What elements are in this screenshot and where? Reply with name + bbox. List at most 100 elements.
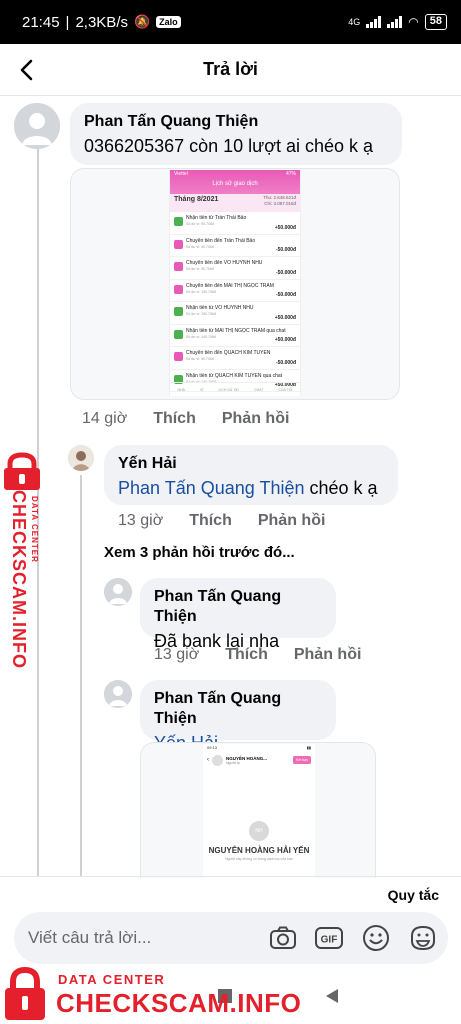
reply-input[interactable] bbox=[28, 912, 258, 964]
comment-image[interactable]: Viettel 47% Lịch sử giao dịch Tháng 8/202… bbox=[70, 168, 400, 400]
comment-text: 0366205367 còn 10 lượt ai chéo k ạ bbox=[84, 136, 374, 156]
reply2-like-button[interactable]: Thích bbox=[225, 646, 268, 664]
transaction-row: Chuyển tiền đến QUACH KIM TUYEN Số dư ví:… bbox=[170, 347, 300, 370]
reply1-reply-button[interactable]: Phản hồi bbox=[258, 512, 326, 530]
profile-name: NGUYỄN HOÀNG HẢI YẾN bbox=[208, 846, 310, 855]
signal-icon bbox=[366, 16, 382, 28]
bank-nav-item: CHAT bbox=[254, 387, 264, 392]
reply1-author[interactable]: Yến Hải bbox=[118, 454, 384, 474]
page-title: Trả lời bbox=[203, 59, 258, 79]
transaction-row: Chuyển tiền đến VO HUYNH NHU Số dư ví: 90… bbox=[170, 257, 300, 280]
comment-actions: 14 giờ Thích Phản hồi bbox=[82, 410, 289, 428]
bank-month: Tháng 8/2021 bbox=[174, 196, 219, 203]
reply2-bubble: Phan Tấn Quang Thiện Đã bank lại nha bbox=[140, 578, 336, 651]
reply2-time: 13 giờ bbox=[154, 646, 200, 663]
emoji-button[interactable] bbox=[361, 923, 391, 953]
reply2-actions: 13 giờ Thích Phản hồi bbox=[154, 646, 361, 664]
watermark-bottom-text: CHECKSCAM.INFO bbox=[56, 988, 302, 1018]
camera-button[interactable] bbox=[268, 923, 298, 953]
bank-nav-item: VÍ bbox=[200, 387, 204, 392]
reply2-avatar[interactable] bbox=[104, 578, 132, 606]
transaction-row: Nhận tiền từ Trần Thái Bảo Số dư ví: 90.7… bbox=[170, 212, 300, 235]
svg-text:GIF: GIF bbox=[321, 935, 338, 946]
profile-avatar: NH bbox=[249, 821, 269, 841]
reply3-image[interactable]: 09:13 ▮▮ ‹ NGUYỄN HOÀNG... Người lạ Kết b… bbox=[140, 742, 376, 878]
incoming-icon bbox=[174, 307, 183, 316]
reply3-author[interactable]: Phan Tấn Quang Thiện bbox=[154, 689, 322, 729]
profile-photo-icon bbox=[68, 445, 94, 471]
reply3-bubble: Phan Tấn Quang Thiện Yến Hải bbox=[140, 680, 336, 753]
add-friend-button: Kết bạn bbox=[292, 756, 311, 764]
outgoing-icon bbox=[174, 352, 183, 361]
comment-author[interactable]: Phan Tấn Quang Thiện bbox=[84, 112, 388, 132]
outgoing-icon bbox=[174, 262, 183, 271]
sticker-icon bbox=[411, 925, 435, 951]
outgoing-icon bbox=[174, 239, 183, 249]
watermark-bottom-small-text: DATA CENTER bbox=[58, 972, 166, 987]
avatar bbox=[212, 754, 223, 766]
transaction-row: Nhận tiền từ MAI THỊ NGỌC TRÂM qua chat S… bbox=[170, 325, 300, 347]
emoji-icon bbox=[363, 925, 389, 951]
reply-button[interactable]: Phản hồi bbox=[222, 410, 290, 428]
reply1-text: chéo k ạ bbox=[304, 478, 378, 498]
zalo-badge: Zalo bbox=[156, 16, 181, 28]
watermark-side-small-text: DATA CENTER bbox=[30, 496, 39, 563]
status-bar: 21:45 | 2,3KB/s 🔕 Zalo 4G ◠ 58 bbox=[0, 0, 461, 44]
default-avatar-icon bbox=[104, 680, 132, 708]
watermark-side-text: CHECKSCAM.INFO bbox=[9, 490, 29, 669]
profile-screenshot: 09:13 ▮▮ ‹ NGUYỄN HOÀNG... Người lạ Kết b… bbox=[203, 744, 315, 878]
back-button[interactable] bbox=[14, 56, 42, 84]
back-arrow-icon bbox=[20, 59, 33, 81]
transaction-list: Nhận tiền từ Trần Thái Bảo Số dư ví: 90.7… bbox=[170, 212, 300, 392]
reply1-like-button[interactable]: Thích bbox=[189, 512, 232, 530]
status-speed: 2,3KB/s bbox=[75, 13, 128, 31]
gif-icon: GIF bbox=[315, 927, 343, 949]
reply1-bubble: Yến Hải Phan Tấn Quang Thiện chéo k ạ bbox=[104, 445, 398, 505]
comment-time: 14 giờ bbox=[82, 410, 128, 427]
bank-nav-item: LỊCH SỬ GD bbox=[218, 387, 239, 392]
status-time: 21:45 bbox=[22, 13, 60, 31]
triangle-back-icon bbox=[326, 989, 338, 1003]
back-nav-button[interactable] bbox=[322, 986, 342, 1006]
back-arrow-icon: ‹ bbox=[207, 757, 209, 763]
comment-bubble: Phan Tấn Quang Thiện 0366205367 còn 10 l… bbox=[70, 103, 402, 165]
thread-line-nested bbox=[80, 475, 82, 876]
rules-link[interactable]: Quy tắc bbox=[388, 887, 439, 903]
top-bar: Trả lời bbox=[0, 44, 461, 96]
outgoing-icon bbox=[174, 284, 183, 294]
incoming-icon bbox=[174, 329, 183, 339]
transaction-row: Chuyển tiền đến Trần Thái Bảo Số dư ví: 4… bbox=[170, 235, 300, 257]
bank-nav-item: NHÀ bbox=[177, 387, 185, 392]
comment-avatar[interactable] bbox=[14, 103, 60, 149]
reply-composer: GIF bbox=[14, 912, 448, 964]
signal-2-icon bbox=[387, 16, 403, 28]
bank-nav-item: CỦA TÔI bbox=[278, 387, 293, 392]
reply2-reply-button[interactable]: Phản hồi bbox=[294, 646, 362, 664]
like-button[interactable]: Thích bbox=[153, 410, 196, 428]
gif-button[interactable]: GIF bbox=[314, 923, 344, 953]
mute-icon: 🔕 bbox=[133, 14, 151, 29]
wifi-icon: ◠ bbox=[408, 15, 419, 29]
battery-icon: 58 bbox=[424, 14, 447, 30]
transaction-row: Chuyển tiền đến MAI THỊ NGỌC TRÂM Số dư v… bbox=[170, 280, 300, 302]
sticker-button[interactable] bbox=[408, 923, 438, 953]
reply2-author[interactable]: Phan Tấn Quang Thiện bbox=[154, 587, 322, 627]
camera-icon bbox=[270, 926, 296, 949]
reply1-avatar[interactable] bbox=[68, 445, 94, 471]
view-previous-replies[interactable]: Xem 3 phản hồi trước đó... bbox=[104, 544, 295, 561]
default-avatar-icon bbox=[14, 103, 60, 149]
reply1-time: 13 giờ bbox=[118, 512, 164, 529]
bank-nav: NHÀ VÍ LỊCH SỬ GD CHAT CỦA TÔI bbox=[170, 382, 300, 396]
default-avatar-icon bbox=[104, 578, 132, 606]
bank-screenshot: Viettel 47% Lịch sử giao dịch Tháng 8/202… bbox=[169, 170, 301, 396]
divider bbox=[0, 876, 461, 877]
profile-subtitle: Người này không có trong danh bạ của bạn bbox=[225, 857, 293, 861]
incoming-icon bbox=[174, 217, 183, 226]
watermark-lock-icon bbox=[0, 964, 50, 1024]
transaction-row: Nhận tiền từ VO HUYNH NHU Số dư ví: 190.7… bbox=[170, 302, 300, 325]
bank-title: Lịch sử giao dịch bbox=[212, 181, 258, 187]
reply3-avatar[interactable] bbox=[104, 680, 132, 708]
reply1-actions: 13 giờ Thích Phản hồi bbox=[118, 512, 325, 530]
network-label: 4G bbox=[348, 17, 361, 27]
reply1-mention[interactable]: Phan Tấn Quang Thiện bbox=[118, 478, 304, 498]
